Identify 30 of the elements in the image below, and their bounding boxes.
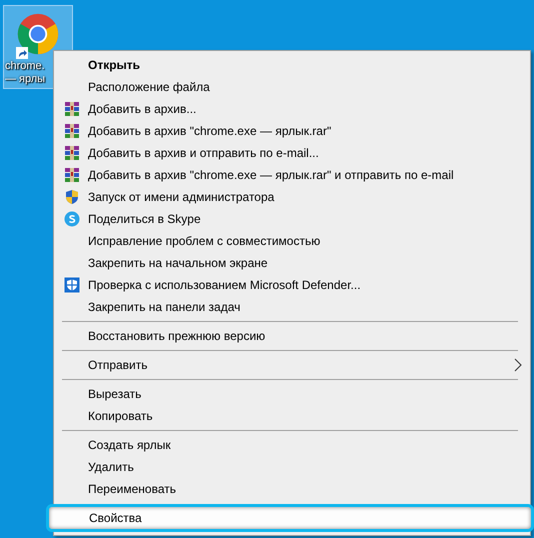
stacked-books-icon <box>64 101 80 117</box>
menu-item[interactable]: Закрепить на начальном экране <box>56 252 528 274</box>
menu-item[interactable]: Копировать <box>56 405 528 427</box>
shield-icon <box>64 189 80 205</box>
menu-item[interactable]: Отправить <box>56 354 528 376</box>
shield-icon <box>64 277 80 293</box>
stacked-books-icon <box>64 145 80 161</box>
menu-item[interactable]: Удалить <box>56 456 528 478</box>
menu-item[interactable]: Переименовать <box>56 478 528 500</box>
menu-item[interactable]: Вырезать <box>56 383 528 405</box>
menu-item[interactable]: Свойства <box>46 504 534 532</box>
skype-icon <box>64 211 80 227</box>
menu-item[interactable]: Добавить в архив "chrome.exe — ярлык.rar" и отправить по e-mail <box>56 164 528 186</box>
stacked-books-icon <box>64 123 80 139</box>
shortcut-label: — ярлы <box>5 73 46 86</box>
browser-logo-icon <box>16 12 60 56</box>
menu-item[interactable]: Исправление проблем с совместимостью <box>56 230 528 252</box>
menu-item[interactable]: Закрепить на панели задач <box>56 296 528 318</box>
menu-item[interactable]: Создать ярлык <box>56 434 528 456</box>
menu-item[interactable]: Восстановить прежнюю версию <box>56 325 528 347</box>
menu-item[interactable]: Запуск от имени администратора <box>56 186 528 208</box>
chevron-right-icon <box>514 358 522 372</box>
menu-item[interactable]: Добавить в архив "chrome.exe — ярлык.rar" <box>56 120 528 142</box>
menu-item[interactable]: Добавить в архив... <box>56 98 528 120</box>
shortcut-label: chrome. <box>5 60 46 73</box>
menu-item[interactable]: Добавить в архив и отправить по e-mail... <box>56 142 528 164</box>
stacked-books-icon <box>64 167 80 183</box>
shortcut-arrow-icon <box>16 47 28 59</box>
menu-item[interactable]: Проверка с использованием Microsoft Defender... <box>56 274 528 296</box>
menu-item[interactable]: Поделиться в Skype <box>56 208 528 230</box>
